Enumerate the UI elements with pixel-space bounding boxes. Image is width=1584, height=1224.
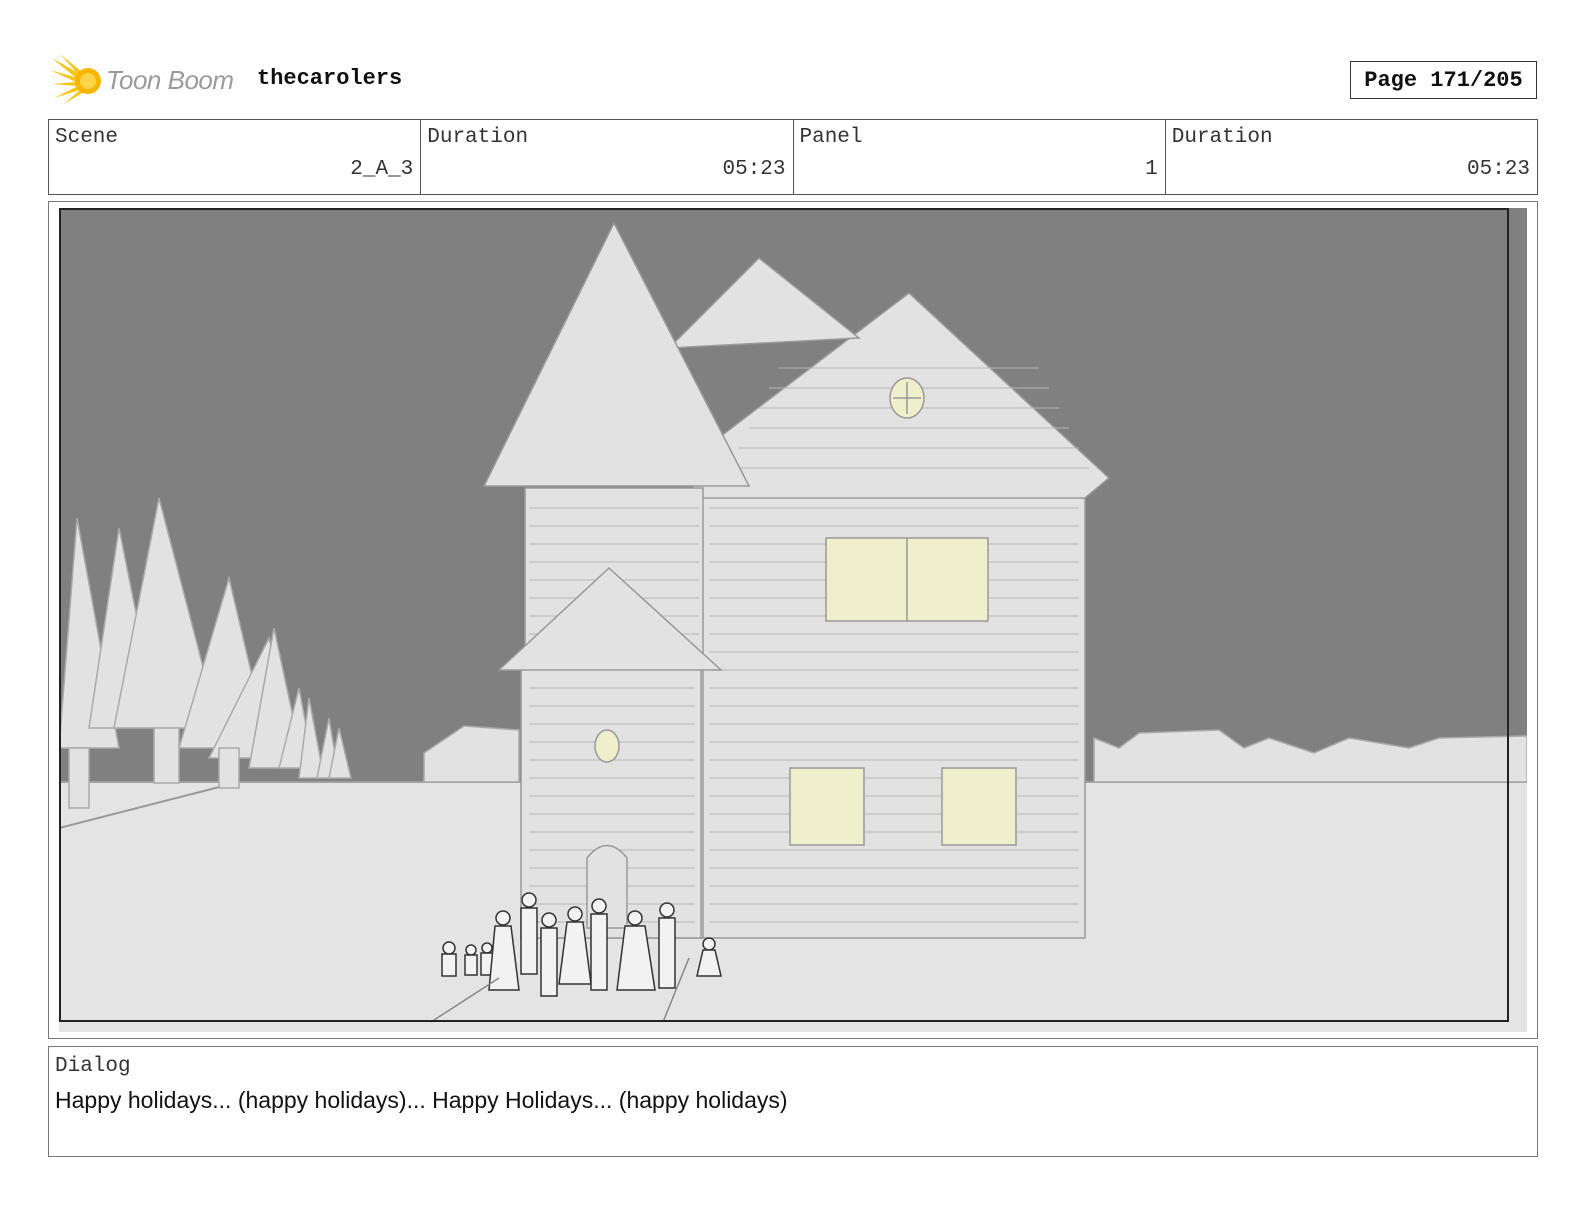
scene-value: 2_A_3 xyxy=(350,158,414,181)
scene-duration-label: Duration xyxy=(427,126,529,149)
toon-boom-sun-icon xyxy=(50,54,101,104)
scene-duration-cell: Duration 05:23 xyxy=(421,120,794,194)
storyboard-panel xyxy=(48,201,1538,1039)
storyboard-drawing xyxy=(59,208,1527,1032)
scene-label: Scene xyxy=(55,126,119,149)
scene-duration-value: 05:23 xyxy=(722,158,786,181)
panel-label: Panel xyxy=(799,126,863,149)
panel-duration-label: Duration xyxy=(1171,126,1273,149)
panel-value: 1 xyxy=(1145,158,1158,181)
scene-cell: Scene 2_A_3 xyxy=(49,120,422,194)
info-table: Scene 2_A_3 Duration 05:23 Panel 1 Durat… xyxy=(48,119,1538,195)
panel-duration-value: 05:23 xyxy=(1466,158,1530,181)
dialog-label: Dialog xyxy=(55,1055,131,1078)
logo-text: Toon Boom xyxy=(106,64,234,95)
panel-duration-cell: Duration 05:23 xyxy=(1166,120,1537,194)
toon-boom-logo: Toon Boom xyxy=(50,54,234,106)
project-name: thecarolers xyxy=(257,66,403,91)
dialog-text: Happy holidays... (happy holidays)... Ha… xyxy=(55,1087,788,1113)
dialog-box: Dialog Happy holidays... (happy holidays… xyxy=(48,1046,1538,1157)
panel-cell: Panel 1 xyxy=(794,120,1166,194)
page-number: Page 171/205 xyxy=(1350,61,1537,99)
